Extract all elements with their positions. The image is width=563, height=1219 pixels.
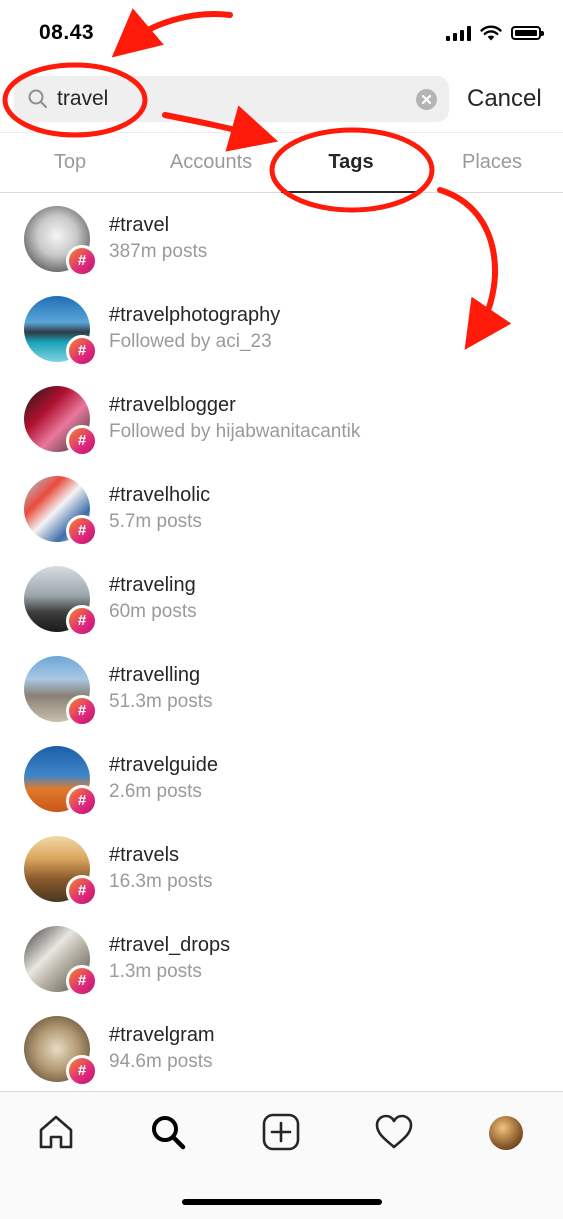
search-icon	[28, 89, 47, 108]
hashtag-icon: #	[66, 785, 98, 817]
tag-name: #traveling	[109, 574, 196, 596]
search-icon[interactable]	[148, 1112, 188, 1152]
cancel-button[interactable]: Cancel	[467, 85, 542, 113]
list-item[interactable]: # #travelguide 2.6m posts	[0, 734, 563, 824]
search-row: travel Cancel	[0, 76, 563, 124]
search-input[interactable]: travel	[14, 76, 449, 122]
tag-name: #travelgram	[109, 1024, 215, 1046]
home-icon[interactable]	[36, 1112, 76, 1152]
profile-avatar[interactable]	[489, 1116, 523, 1150]
hashtag-icon: #	[66, 965, 98, 997]
list-item[interactable]: # #travels 16.3m posts	[0, 824, 563, 914]
tag-subtitle: Followed by aci_23	[109, 331, 272, 352]
hashtag-icon: #	[66, 245, 98, 277]
tag-subtitle: 60m posts	[109, 601, 197, 622]
tag-subtitle: 2.6m posts	[109, 781, 202, 802]
signal-icon	[446, 25, 471, 41]
list-item[interactable]: # #travelgram 94.6m posts	[0, 1004, 563, 1094]
hashtag-icon: #	[66, 695, 98, 727]
search-query-text[interactable]: travel	[57, 87, 108, 111]
search-tabs: Top Accounts Tags Places	[0, 132, 563, 193]
tab-top[interactable]: Top	[0, 151, 140, 174]
tag-name: #travelling	[109, 664, 201, 686]
list-item[interactable]: # #travelholic 5.7m posts	[0, 464, 563, 554]
list-item[interactable]: # #traveling 60m posts	[0, 554, 563, 644]
tag-subtitle: 387m posts	[109, 241, 208, 262]
status-icons	[446, 25, 544, 41]
list-item[interactable]: # #travelphotography Followed by aci_23	[0, 284, 563, 374]
hashtag-icon: #	[66, 425, 98, 457]
tag-name: #travelguide	[109, 754, 218, 776]
battery-icon	[511, 26, 544, 40]
hashtag-icon: #	[66, 605, 98, 637]
status-time: 08.43	[39, 21, 95, 44]
list-item[interactable]: # #travel 387m posts	[0, 194, 563, 284]
list-item[interactable]: # #travel_drops 1.3m posts	[0, 914, 563, 1004]
home-indicator	[182, 1199, 382, 1205]
clear-search-icon[interactable]	[416, 89, 437, 110]
list-item[interactable]: # #travelblogger Followed by hijabwanita…	[0, 374, 563, 464]
new-post-icon[interactable]	[261, 1112, 301, 1152]
status-bar: 08.43	[0, 0, 563, 68]
wifi-icon	[480, 25, 502, 41]
tab-tags[interactable]: Tags	[281, 151, 421, 174]
activity-heart-icon[interactable]	[374, 1112, 414, 1152]
tag-subtitle: Followed by hijabwanitacantik	[109, 421, 361, 442]
tag-subtitle: 51.3m posts	[109, 691, 213, 712]
list-item[interactable]: # #travelling 51.3m posts	[0, 644, 563, 734]
hashtag-icon: #	[66, 875, 98, 907]
hashtag-icon: #	[66, 1055, 98, 1087]
tag-name: #travel_drops	[109, 934, 231, 956]
tag-name: #travelholic	[109, 484, 211, 506]
tag-name: #travel	[109, 214, 170, 236]
tag-subtitle: 1.3m posts	[109, 961, 202, 982]
hashtag-icon: #	[66, 515, 98, 547]
hashtag-icon: #	[66, 335, 98, 367]
tag-name: #travelblogger	[109, 394, 236, 416]
active-tab-indicator	[281, 191, 421, 193]
tab-accounts[interactable]: Accounts	[141, 151, 281, 174]
tab-places[interactable]: Places	[422, 151, 562, 174]
tag-name: #travels	[109, 844, 180, 866]
tag-subtitle: 16.3m posts	[109, 871, 213, 892]
tag-subtitle: 5.7m posts	[109, 511, 202, 532]
tag-name: #travelphotography	[109, 304, 281, 326]
tag-subtitle: 94.6m posts	[109, 1051, 213, 1072]
